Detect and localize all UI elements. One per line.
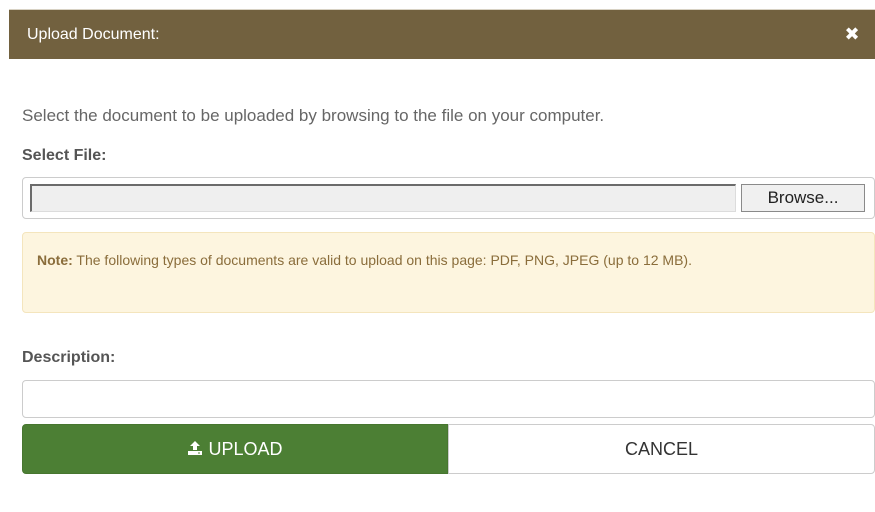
upload-document-dialog: Upload Document: ✖ Select the document t… — [9, 9, 875, 512]
close-icon[interactable]: ✖ — [843, 25, 861, 43]
instruction-text: Select the document to be uploaded by br… — [22, 106, 605, 125]
dialog-header: Upload Document: ✖ — [9, 9, 875, 59]
file-input: Browse... — [22, 177, 875, 219]
description-input[interactable] — [22, 380, 875, 418]
note-body: The following types of documents are val… — [72, 252, 692, 268]
note-strong: Note: — [37, 252, 73, 268]
select-file-label: Select File: — [22, 147, 107, 164]
description-label: Description: — [22, 349, 116, 366]
upload-button[interactable]: UPLOAD — [22, 424, 448, 474]
browse-button[interactable]: Browse... — [741, 184, 865, 212]
dialog-title: Upload Document: — [27, 26, 160, 43]
file-path-field[interactable] — [30, 184, 736, 212]
cancel-button[interactable]: CANCEL — [448, 424, 875, 474]
note-alert: Note: The following types of documents a… — [22, 232, 875, 313]
upload-label: UPLOAD — [208, 439, 283, 459]
note-text: Note: The following types of documents a… — [37, 250, 827, 270]
upload-icon — [188, 441, 203, 456]
